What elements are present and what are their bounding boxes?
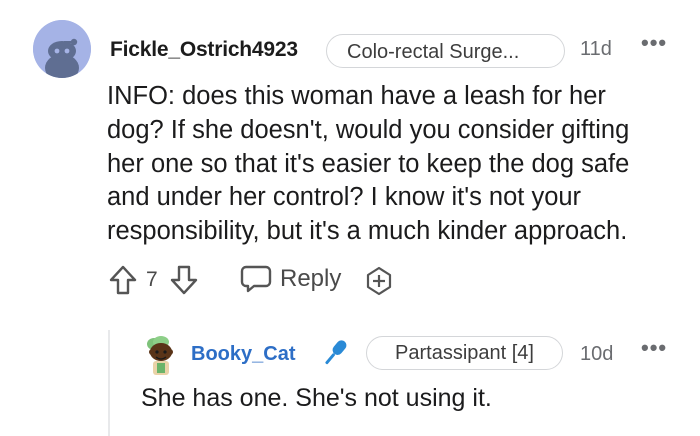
- reply-avatar[interactable]: [142, 335, 180, 377]
- comment-line: her one so that it's easier to keep the …: [107, 149, 630, 178]
- upvote-icon[interactable]: [108, 264, 138, 301]
- reply-more-options-icon[interactable]: •••: [641, 335, 667, 361]
- reply-timestamp: 10d: [580, 343, 614, 365]
- custom-avatar-icon: [147, 336, 173, 375]
- comment-line: responsibility, but it's a much kinder a…: [107, 217, 628, 246]
- vote-count: 7: [146, 268, 158, 291]
- thread-line[interactable]: [108, 330, 110, 436]
- reply-button[interactable]: Reply: [280, 265, 341, 293]
- snoo-avatar-icon: [33, 20, 91, 78]
- reply-user-flair: Partassipant [4]: [366, 336, 563, 370]
- reply-bubble-icon[interactable]: [240, 264, 272, 299]
- reply-body: She has one. She's not using it.: [141, 384, 492, 412]
- comment-author[interactable]: Fickle_Ostrich4923: [110, 38, 298, 62]
- comment-line: and under her control? I know it's not y…: [107, 183, 582, 212]
- comment-timestamp: 11d: [580, 38, 612, 60]
- comment-body: INFO: does this woman have a leash for h…: [107, 80, 677, 249]
- comment-line: INFO: does this woman have a leash for h…: [107, 82, 606, 110]
- downvote-icon[interactable]: [169, 264, 199, 301]
- comment-line: dog? If she doesn't, would you consider …: [107, 115, 630, 144]
- microphone-icon: [318, 336, 352, 375]
- reply-author[interactable]: Booky_Cat: [191, 343, 295, 366]
- add-award-icon[interactable]: [364, 266, 394, 301]
- avatar[interactable]: [33, 20, 91, 78]
- user-flair: Colo-rectal Surge...: [326, 34, 565, 68]
- more-options-icon[interactable]: •••: [641, 30, 667, 56]
